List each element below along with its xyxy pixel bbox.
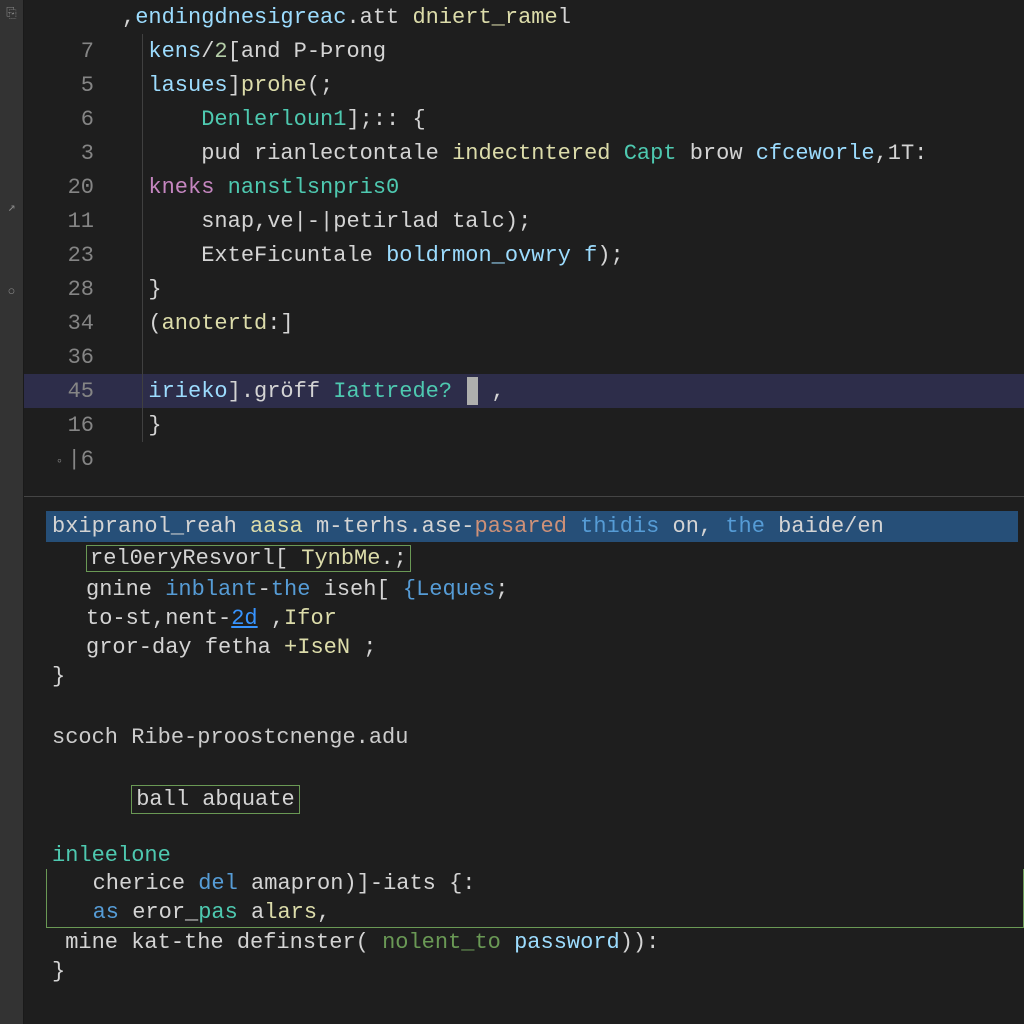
code-content[interactable]: lasues]prohe(; (114, 73, 1024, 98)
code-line[interactable]: 11 snap,ve|-|petirlad talc); (24, 204, 1024, 238)
line-number: 6 (24, 107, 114, 132)
line-number: 11 (24, 209, 114, 234)
line-number: 45 (24, 379, 114, 404)
code-line[interactable]: 45 irieko].gröff Iattrede? , (24, 374, 1024, 408)
terminal-line: cherice del amapron)]-iats {: (47, 869, 1023, 898)
fold-line[interactable]: ◦|6 (24, 442, 1024, 476)
suggestion-row[interactable]: gnine inblant-the iseh[ {Leques; (46, 575, 1024, 604)
terminal-title: scoch Ribe-proostcnenge.adu (46, 721, 1024, 758)
code-line[interactable]: 23 ExteFicuntale boldrmon_ovwry f); (24, 238, 1024, 272)
text-cursor (467, 377, 478, 405)
code-content[interactable]: Denlerloun1];:: { (114, 107, 1024, 132)
terminal-line: ball abquate (46, 758, 1024, 841)
code-line[interactable]: 5 lasues]prohe(; (24, 68, 1024, 102)
terminal-panel[interactable]: scoch Ribe-proostcnenge.adu ball abquate… (46, 721, 1024, 986)
terminal-line: as eror_pas alars, (47, 898, 1023, 927)
line-number: 20 (24, 175, 114, 200)
code-content[interactable]: } (114, 413, 1024, 438)
code-line[interactable]: 28 } (24, 272, 1024, 306)
suggestion-row[interactable]: gror-day fetha +IseN ; (46, 633, 1024, 662)
line-number: 7 (24, 39, 114, 64)
code-line[interactable]: 7 kens/2[and P-Þrong (24, 34, 1024, 68)
closing-brace: } (46, 957, 1024, 986)
line-number: 23 (24, 243, 114, 268)
code-line[interactable]: 20 kneks nanstlsnpris0 (24, 170, 1024, 204)
terminal-line: mine kat-the definster( nolent_to passwo… (46, 928, 1024, 957)
code-content[interactable]: } (114, 277, 1024, 302)
code-content[interactable]: ExteFicuntale boldrmon_ovwry f); (114, 243, 1024, 268)
fold-icon[interactable]: ◦ (55, 454, 63, 470)
code-line[interactable]: 6 Denlerloun1];:: { (24, 102, 1024, 136)
line-number: 34 (24, 311, 114, 336)
code-line[interactable]: 36 (24, 340, 1024, 374)
line-number: 28 (24, 277, 114, 302)
suggestion-header[interactable]: bxipranol_reah aasa m-terhs.ase-pasared … (46, 511, 1018, 542)
terminal-line: inleelone (46, 841, 1024, 870)
code-editor[interactable]: ,endingdnesigreac.att dniert_ramel7 kens… (24, 0, 1024, 476)
line-number: 16 (24, 413, 114, 438)
dot-icon[interactable]: ○ (5, 284, 19, 298)
code-line[interactable]: 3 pud rianlectontale indectntered Capt b… (24, 136, 1024, 170)
code-content[interactable]: kneks nanstlsnpris0 (114, 175, 1024, 200)
suggestion-row[interactable]: to-st,nent-2d ,Ifor (46, 604, 1024, 633)
code-content[interactable]: kens/2[and P-Þrong (114, 39, 1024, 64)
file-icon[interactable]: ⎘ (5, 6, 19, 20)
code-line[interactable]: 34 (anotertd:] (24, 306, 1024, 340)
code-content[interactable]: pud rianlectontale indectntered Capt bro… (114, 141, 1024, 166)
line-number: 36 (24, 345, 114, 370)
editor-main: ,endingdnesigreac.att dniert_ramel7 kens… (24, 0, 1024, 1024)
closing-brace: } (46, 662, 1024, 691)
activity-bar: ⎘ ↗ ○ (0, 0, 24, 1024)
code-content[interactable]: irieko].gröff Iattrede? , (114, 377, 1024, 405)
line-number: 5 (24, 73, 114, 98)
code-content[interactable]: ,endingdnesigreac.att dniert_ramel (114, 5, 1024, 30)
line-number: 3 (24, 141, 114, 166)
code-content[interactable]: (anotertd:] (114, 311, 1024, 336)
code-line[interactable]: 16 } (24, 408, 1024, 442)
suggestion-panel[interactable]: bxipranol_reah aasa m-terhs.ase-pasared … (46, 511, 1024, 691)
suggestion-row[interactable]: rel0eryResvorl[ TynbMe.; (46, 542, 1024, 575)
panel-divider (24, 496, 1024, 497)
code-content[interactable]: snap,ve|-|petirlad talc); (114, 209, 1024, 234)
code-line[interactable]: ,endingdnesigreac.att dniert_ramel (24, 0, 1024, 34)
arrow-icon[interactable]: ↗ (5, 200, 19, 214)
